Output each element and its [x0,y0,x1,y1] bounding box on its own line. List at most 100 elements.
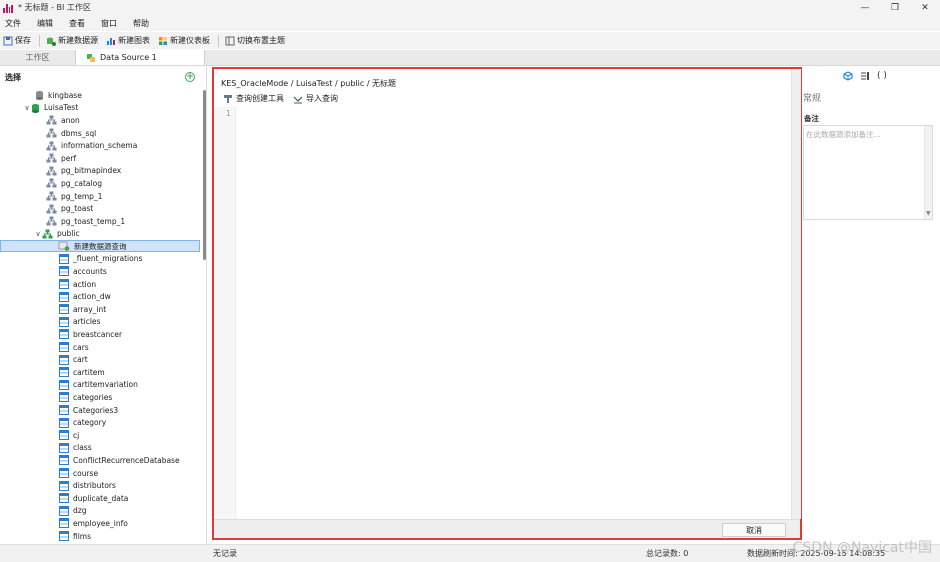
query-builder-button[interactable]: 查询创建工具 [223,93,284,104]
pane-header: 选择 [5,72,21,82]
tree-item-table[interactable]: cj [59,429,79,442]
table-icon [59,468,69,479]
schema-icon [46,128,57,138]
cube-icon[interactable] [843,71,853,81]
parentheses-icon[interactable]: ( ) [877,71,887,81]
tree-item-table[interactable]: category [59,416,106,429]
tree-item-schema[interactable]: pg_toast_temp_1 [38,215,125,228]
minimize-icon[interactable]: — [850,0,880,15]
new-datasource-icon [47,37,56,46]
layout-icon [225,36,235,45]
tree-item-table[interactable]: dzg [59,505,86,518]
status-records: 无记录 [213,549,237,558]
new-datasource-button[interactable]: 新建数据源 [46,35,98,46]
table-icon [59,266,69,277]
ddl-icon[interactable] [860,71,870,81]
new-chart-button[interactable]: 新建图表 [106,35,150,46]
schema-icon [46,216,57,226]
tree-item-connection[interactable]: kingbase [27,89,82,102]
tree-item-table[interactable]: breastcancer [59,328,122,341]
table-icon [59,531,69,542]
tree-item-table[interactable]: array_int [59,303,106,316]
tree-item-table[interactable]: articles [59,316,100,329]
tree-item-schema[interactable]: information_schema [38,139,137,152]
tree-item-connection[interactable]: ∨ LuisaTest [23,102,78,115]
menu-edit[interactable]: 编辑 [37,18,53,29]
tree-item-schema[interactable]: pg_bitmapindex [38,165,121,178]
tree-item-schema[interactable]: anon [38,114,80,127]
table-icon [59,430,69,441]
toolbar-divider [218,34,219,47]
tree-item-table[interactable]: categories [59,391,112,404]
database-icon [36,91,43,101]
tree-item-table[interactable]: films [59,530,91,543]
tree-item-table[interactable]: class [59,442,92,455]
tree-item-schema[interactable]: perf [38,152,76,165]
tree-item-table[interactable]: action_dw [59,290,111,303]
import-query-button[interactable]: 导入查询 [293,93,338,104]
tree-item-table[interactable]: action [59,278,96,291]
tree-item-schema[interactable]: dbms_sql [38,127,96,140]
section-general: 常规 [803,94,822,104]
tree-item-schema-public[interactable]: ∨ public [34,228,80,241]
title-bar: * 无标题 - BI 工作区 — ❐ ✕ [0,0,940,15]
toolbar: 保存 新建数据源 新建图表 新建仪表板 切换布置主题 [0,32,940,49]
maximize-icon[interactable]: ❐ [880,0,910,15]
tree-item-table[interactable]: duplicate_data [59,492,128,505]
chevron-down-icon[interactable]: ∨ [34,230,42,238]
add-icon[interactable]: + [185,72,195,82]
tree-item-schema[interactable]: pg_catalog [38,177,102,190]
schema-icon [46,115,57,125]
status-bar: 无记录 总记录数: 0 数据刷新时间: 2025-09-15 14:08:35 [0,544,940,562]
menu-window[interactable]: 窗口 [101,18,117,29]
tab-workspace[interactable]: 工作区 [0,50,75,65]
tree-scrollbar[interactable] [203,90,206,260]
tab-data-source[interactable]: Data Source 1 [75,50,205,65]
tree-item-table[interactable]: distributors [59,479,116,492]
import-icon [293,96,303,103]
new-query-icon [58,241,70,251]
close-icon[interactable]: ✕ [910,0,940,15]
tree-item-table[interactable]: ConflictRecurrenceDatabase [59,454,180,467]
table-icon [59,493,69,504]
tree-item-table[interactable]: Categories3 [59,404,118,417]
menu-view[interactable]: 查看 [69,18,85,29]
menu-help[interactable]: 帮助 [133,18,149,29]
save-icon [3,36,13,45]
table-icon [59,342,69,353]
tree-item-table[interactable]: accounts [59,265,107,278]
tree-item-new-query[interactable]: 新建数据源查询 [0,239,200,253]
schema-icon [46,141,57,151]
table-icon [59,304,69,315]
tree-item-table[interactable]: cartitem [59,366,105,379]
table-icon [59,279,69,290]
schema-icon [46,178,57,188]
menu-file[interactable]: 文件 [5,18,21,29]
table-icon [59,316,69,327]
table-icon [59,455,69,466]
new-dashboard-button[interactable]: 新建仪表板 [158,35,210,46]
table-icon [59,379,69,390]
query-editor-panel: KES_OracleMode / LuisaTest / public / 无标… [212,67,802,540]
status-refresh-time: 数据刷新时间: 2025-09-15 14:08:35 [747,549,886,558]
tree-item-table[interactable]: _fluent_migrations [59,253,142,266]
status-total: 总记录数: 0 [646,549,689,558]
tree-item-table[interactable]: cart [59,353,88,366]
tree-item-schema[interactable]: pg_temp_1 [38,190,102,203]
tree-item-table[interactable]: cartitemvariation [59,379,138,392]
properties-pane: ( ) 常规 备注 在此数据源添加备注... ▼ [803,66,940,544]
switch-layout-button[interactable]: 切换布置主题 [225,35,285,46]
editor-scrollbar[interactable] [791,69,801,519]
tree-item-table[interactable]: employee_info [59,517,128,530]
chevron-down-icon[interactable]: ∨ [23,104,31,112]
app-logo-icon [3,3,13,13]
tree-item-table[interactable]: cars [59,341,89,354]
tree-item-schema[interactable]: pg_toast [38,202,93,215]
save-button[interactable]: 保存 [3,35,31,46]
query-builder-icon [224,94,232,103]
notes-scrollbar[interactable]: ▼ [924,126,932,219]
notes-textarea[interactable]: 在此数据源添加备注... ▼ [803,125,933,220]
tree-item-table[interactable]: course [59,467,98,480]
cancel-button[interactable]: 取消 [722,523,786,537]
chevron-down-icon[interactable]: ▼ [926,210,931,217]
